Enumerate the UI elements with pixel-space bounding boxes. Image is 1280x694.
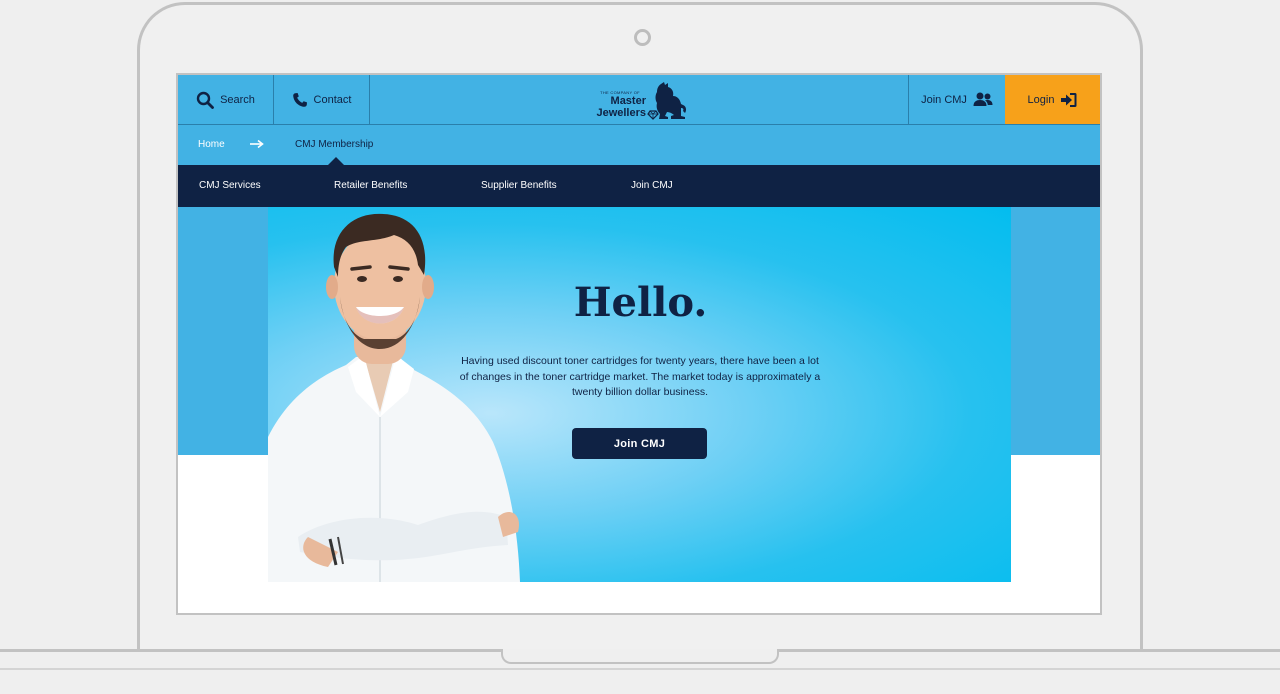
cmj-logo[interactable]: THE COMPANY OF Master Jewellers bbox=[590, 81, 690, 121]
login-icon bbox=[1061, 92, 1077, 107]
laptop-base-edge bbox=[0, 668, 1280, 670]
breadcrumb-home[interactable]: Home bbox=[198, 139, 225, 150]
logo-line-2: Jewellers bbox=[596, 107, 646, 119]
search-button[interactable]: Search bbox=[178, 75, 274, 124]
hero-title-text: Hello. bbox=[573, 279, 708, 326]
breadcrumb-current: CMJ Membership bbox=[295, 139, 374, 150]
join-cmj-button[interactable]: Join CMJ bbox=[908, 75, 1005, 124]
hero-join-button[interactable]: Join CMJ bbox=[572, 428, 707, 459]
users-icon bbox=[973, 92, 993, 106]
login-button[interactable]: Login bbox=[1005, 75, 1100, 124]
search-label: Search bbox=[220, 93, 255, 106]
search-icon bbox=[196, 91, 214, 109]
contact-button[interactable]: Contact bbox=[274, 75, 370, 124]
subnav-item-retailer-benefits[interactable]: Retailer Benefits bbox=[334, 180, 407, 191]
subnav-item-cmj-services[interactable]: CMJ Services bbox=[199, 180, 261, 191]
laptop-camera bbox=[634, 29, 651, 46]
hero-title: Hello. bbox=[268, 279, 1011, 326]
hero-description: Having used discount toner cartridges fo… bbox=[459, 355, 821, 398]
lion-logo-icon bbox=[647, 82, 687, 120]
sub-navigation: CMJ Services Retailer Benefits Supplier … bbox=[178, 165, 1100, 207]
laptop-screen: Search Contact THE COMPANY OF Master Jew… bbox=[176, 73, 1102, 615]
top-bar: Search Contact THE COMPANY OF Master Jew… bbox=[178, 75, 1100, 125]
subnav-item-join-cmj[interactable]: Join CMJ bbox=[631, 180, 673, 191]
join-cmj-label: Join CMJ bbox=[921, 93, 967, 106]
hero-banner: Hello. Having used discount toner cartri… bbox=[268, 207, 1011, 582]
contact-label: Contact bbox=[313, 93, 352, 106]
logo-line-1: Master bbox=[610, 95, 646, 107]
subnav-item-supplier-benefits[interactable]: Supplier Benefits bbox=[481, 180, 557, 191]
arrow-right-icon bbox=[250, 139, 264, 149]
active-caret bbox=[328, 157, 344, 165]
breadcrumb: Home CMJ Membership bbox=[178, 125, 1100, 165]
login-label: Login bbox=[1027, 93, 1055, 106]
phone-icon bbox=[292, 92, 307, 107]
laptop-base-notch bbox=[501, 649, 779, 664]
